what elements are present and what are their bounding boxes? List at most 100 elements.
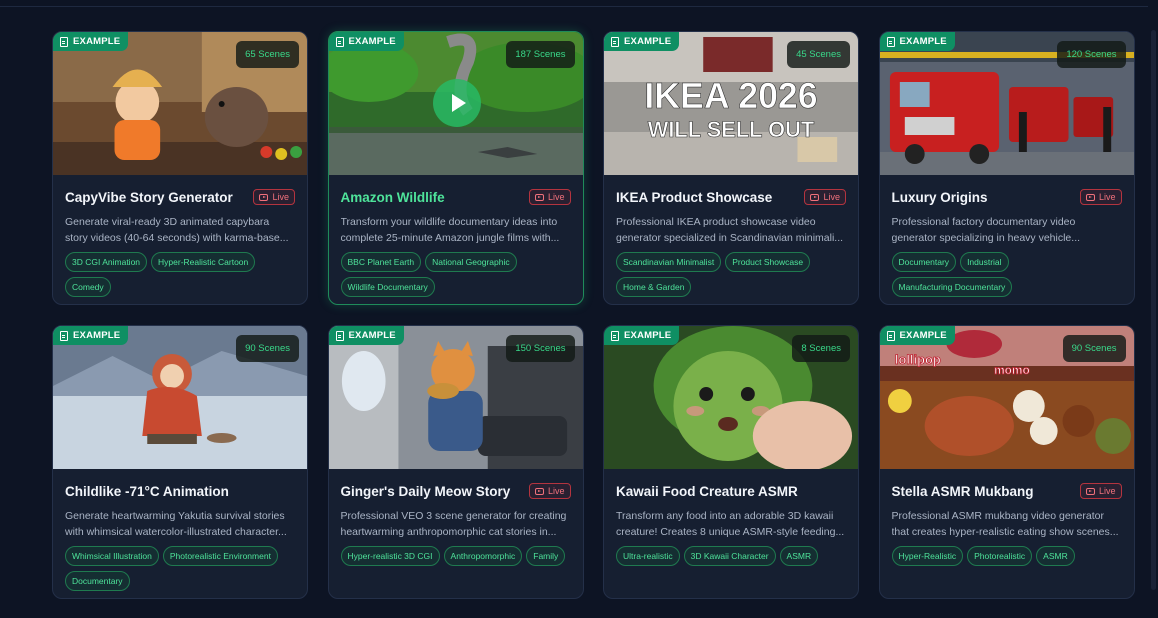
- card-description: Professional ASMR mukbang video generato…: [891, 510, 1119, 538]
- scene-count-badge: 45 Scenes: [787, 41, 850, 68]
- tag-list: 3D CGI Animation Hyper-Realistic Cartoon…: [65, 252, 295, 297]
- live-badge: Live: [253, 189, 295, 205]
- tag[interactable]: 3D CGI Animation: [65, 252, 148, 272]
- tag-list: Documentary Industrial Manufacturing Doc…: [891, 252, 1122, 297]
- youtube-icon: [534, 487, 544, 495]
- tag[interactable]: Scandinavian Minimalist: [616, 252, 722, 272]
- youtube-icon: [810, 193, 820, 201]
- tag[interactable]: Hyper-realistic 3D CGI: [340, 546, 440, 566]
- card-description: Transform any food into an adorable 3D k…: [616, 510, 845, 538]
- vertical-scrollbar[interactable]: [1148, 0, 1158, 618]
- tag[interactable]: Wildlife Documentary: [340, 277, 435, 297]
- image-subheadline: WILL SELL OUT: [648, 117, 815, 142]
- card-title: Childlike -71°C Animation: [65, 483, 229, 499]
- tag[interactable]: Documentary: [891, 252, 957, 272]
- document-icon: [335, 36, 344, 47]
- tag[interactable]: Family: [526, 546, 566, 566]
- tag[interactable]: Home & Garden: [616, 277, 692, 297]
- card-title: Ginger's Daily Meow Story: [340, 483, 511, 499]
- play-icon: [451, 94, 466, 112]
- tag[interactable]: Documentary: [65, 571, 130, 591]
- tag[interactable]: Anthropomorphic: [443, 546, 523, 566]
- card-title: Kawaii Food Creature ASMR: [616, 483, 798, 499]
- tag[interactable]: Manufacturing Documentary: [891, 277, 1013, 297]
- document-icon: [60, 36, 68, 47]
- card-thumbnail: EXAMPLE 120 Scenes: [879, 32, 1134, 175]
- top-divider: [0, 6, 1158, 7]
- example-badge: EXAMPLE: [53, 326, 129, 345]
- tag[interactable]: Hyper-Realistic Cartoon: [151, 252, 256, 272]
- template-card-childlike-animation[interactable]: EXAMPLE 90 Scenes Childlike -71°C Animat…: [52, 325, 308, 599]
- card-title: IKEA Product Showcase: [616, 189, 773, 205]
- document-icon: [886, 330, 895, 341]
- scene-count-badge: 150 Scenes: [506, 335, 575, 362]
- card-title: Stella ASMR Mukbang: [891, 483, 1034, 499]
- tag[interactable]: Comedy: [65, 277, 111, 297]
- tag[interactable]: Product Showcase: [725, 252, 811, 272]
- live-badge: Live: [528, 189, 571, 205]
- tag-list: Scandinavian Minimalist Product Showcase…: [616, 252, 846, 297]
- example-badge: EXAMPLE: [604, 32, 680, 51]
- card-description: Professional IKEA product showcase video…: [616, 216, 844, 244]
- example-badge: EXAMPLE: [328, 32, 404, 51]
- card-thumbnail: EXAMPLE 187 Scenes: [328, 32, 583, 175]
- tag[interactable]: Ultra-realistic: [616, 546, 680, 566]
- card-thumbnail: lollipop momo EXAMPLE 90 Scenes: [879, 326, 1134, 469]
- scene-count-badge: 65 Scenes: [236, 41, 299, 68]
- document-icon: [611, 330, 619, 341]
- youtube-icon: [1085, 487, 1095, 495]
- tag-list: Hyper-Realistic Photorealistic ASMR: [891, 546, 1122, 566]
- youtube-icon: [534, 193, 544, 201]
- template-card-ginger-meow[interactable]: EXAMPLE 150 Scenes Ginger's Daily Meow S…: [327, 325, 584, 599]
- card-thumbnail: EXAMPLE 65 Scenes: [53, 32, 307, 175]
- live-badge: Live: [1079, 483, 1122, 499]
- tag-list: BBC Planet Earth National Geographic Wil…: [340, 252, 571, 297]
- tag[interactable]: ASMR: [1036, 546, 1075, 566]
- card-thumbnail: EXAMPLE 150 Scenes: [328, 326, 583, 469]
- card-description: Generate heartwarming Yakutia survival s…: [65, 510, 287, 538]
- template-card-capyvibe[interactable]: EXAMPLE 65 Scenes CapyVibe Story Generat…: [52, 31, 308, 305]
- card-thumbnail: IKEA 2026 WILL SELL OUT EXAMPLE 45 Scene…: [604, 32, 858, 175]
- example-badge: EXAMPLE: [604, 326, 680, 345]
- example-badge: EXAMPLE: [879, 32, 955, 51]
- card-description: Professional VEO 3 scene generator for c…: [340, 510, 567, 538]
- template-grid: EXAMPLE 65 Scenes CapyVibe Story Generat…: [52, 31, 1135, 599]
- card-title: Luxury Origins: [891, 189, 988, 205]
- image-label-momo: momo: [994, 363, 1030, 377]
- scene-count-badge: 120 Scenes: [1057, 41, 1126, 68]
- card-title: CapyVibe Story Generator: [65, 189, 233, 205]
- template-card-stella-mukbang[interactable]: lollipop momo EXAMPLE 90 Scenes Stella A…: [878, 325, 1135, 599]
- tag[interactable]: Industrial: [960, 252, 1009, 272]
- example-badge: EXAMPLE: [328, 326, 404, 345]
- tag[interactable]: BBC Planet Earth: [340, 252, 422, 272]
- scene-count-badge: 187 Scenes: [506, 41, 575, 68]
- template-card-ikea[interactable]: IKEA 2026 WILL SELL OUT EXAMPLE 45 Scene…: [603, 31, 859, 305]
- tag[interactable]: Photorealistic Environment: [162, 546, 278, 566]
- tag[interactable]: ASMR: [779, 546, 819, 566]
- youtube-icon: [259, 193, 269, 201]
- template-card-luxury-origins[interactable]: EXAMPLE 120 Scenes Luxury Origins Live P…: [878, 31, 1135, 305]
- scrollbar-thumb[interactable]: [1151, 30, 1156, 590]
- image-headline: IKEA 2026: [644, 76, 817, 116]
- scene-count-badge: 8 Scenes: [792, 335, 850, 362]
- document-icon: [60, 330, 68, 341]
- example-badge: EXAMPLE: [53, 32, 129, 51]
- template-card-amazon-wildlife[interactable]: EXAMPLE 187 Scenes Amazon Wildlife Live …: [327, 31, 584, 305]
- card-description: Professional factory documentary video g…: [891, 216, 1081, 244]
- document-icon: [886, 36, 895, 47]
- play-button[interactable]: [432, 79, 481, 127]
- example-badge: EXAMPLE: [879, 326, 955, 345]
- tag[interactable]: Whimsical Illustration: [65, 546, 159, 566]
- tag[interactable]: National Geographic: [425, 252, 517, 272]
- card-thumbnail: EXAMPLE 8 Scenes: [604, 326, 858, 469]
- live-badge: Live: [1079, 189, 1122, 205]
- tag-list: Whimsical Illustration Photorealistic En…: [65, 546, 295, 591]
- live-badge: Live: [528, 483, 571, 499]
- tag[interactable]: Photorealistic: [967, 546, 1033, 566]
- scene-count-badge: 90 Scenes: [236, 335, 299, 362]
- template-card-kawaii-food[interactable]: EXAMPLE 8 Scenes Kawaii Food Creature AS…: [603, 325, 859, 599]
- card-title: Amazon Wildlife: [340, 189, 445, 205]
- scene-count-badge: 90 Scenes: [1062, 335, 1126, 362]
- tag[interactable]: 3D Kawaii Character: [683, 546, 776, 566]
- tag[interactable]: Hyper-Realistic: [891, 546, 964, 566]
